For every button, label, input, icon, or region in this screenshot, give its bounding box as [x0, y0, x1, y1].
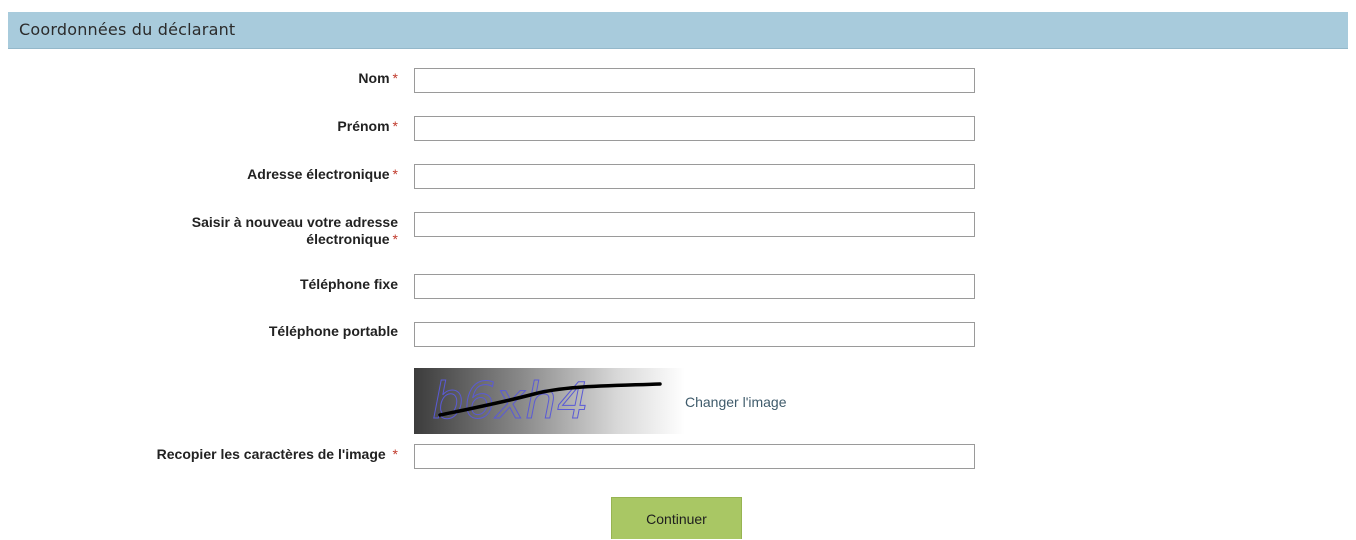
label-phone-mobile: Téléphone portable: [269, 323, 398, 340]
continue-button[interactable]: Continuer: [611, 497, 742, 539]
label-phone-fixed-text: Téléphone fixe: [299, 276, 398, 292]
label-email-text: Adresse électronique: [247, 166, 390, 182]
email-confirm-input[interactable]: [414, 212, 975, 237]
captcha-graphic: b6xh4: [432, 372, 662, 431]
label-email-confirm-line1: Saisir à nouveau votre adresse: [191, 214, 398, 230]
label-email: Adresse électronique *: [247, 166, 398, 183]
captcha-image: b6xh4: [414, 368, 685, 434]
required-marker: *: [392, 118, 398, 134]
label-captcha-text: Recopier les caractères de l'image: [156, 446, 386, 462]
label-nom-text: Nom: [358, 70, 390, 86]
required-marker: *: [392, 231, 398, 247]
email-input[interactable]: [414, 164, 975, 189]
label-phone-fixed: Téléphone fixe: [300, 276, 398, 293]
required-marker: *: [392, 446, 398, 462]
label-email-confirm: Saisir à nouveau votre adresse électroni…: [192, 214, 398, 248]
section-title: Coordonnées du déclarant: [19, 20, 236, 39]
nom-input[interactable]: [414, 68, 975, 93]
label-email-confirm-line2: électronique: [306, 231, 390, 247]
phone-mobile-input[interactable]: [414, 322, 975, 347]
phone-fixed-input[interactable]: [414, 274, 975, 299]
change-image-link[interactable]: Changer l'image: [685, 394, 787, 410]
label-email-confirm-line2-row: électronique *: [192, 231, 398, 248]
section-header: Coordonnées du déclarant: [8, 12, 1348, 49]
label-prenom-text: Prénom: [337, 118, 390, 134]
captcha-input[interactable]: [414, 444, 975, 469]
required-marker: *: [392, 166, 398, 182]
label-phone-mobile-text: Téléphone portable: [268, 323, 398, 339]
required-marker: *: [392, 70, 398, 86]
label-nom: Nom *: [358, 70, 398, 87]
label-prenom: Prénom *: [337, 118, 398, 135]
declarant-form: Coordonnées du déclarant Nom * Prénom * Ad…: [8, 12, 1348, 539]
label-captcha: Recopier les caractères de l'image *: [157, 446, 398, 463]
prenom-input[interactable]: [414, 116, 975, 141]
